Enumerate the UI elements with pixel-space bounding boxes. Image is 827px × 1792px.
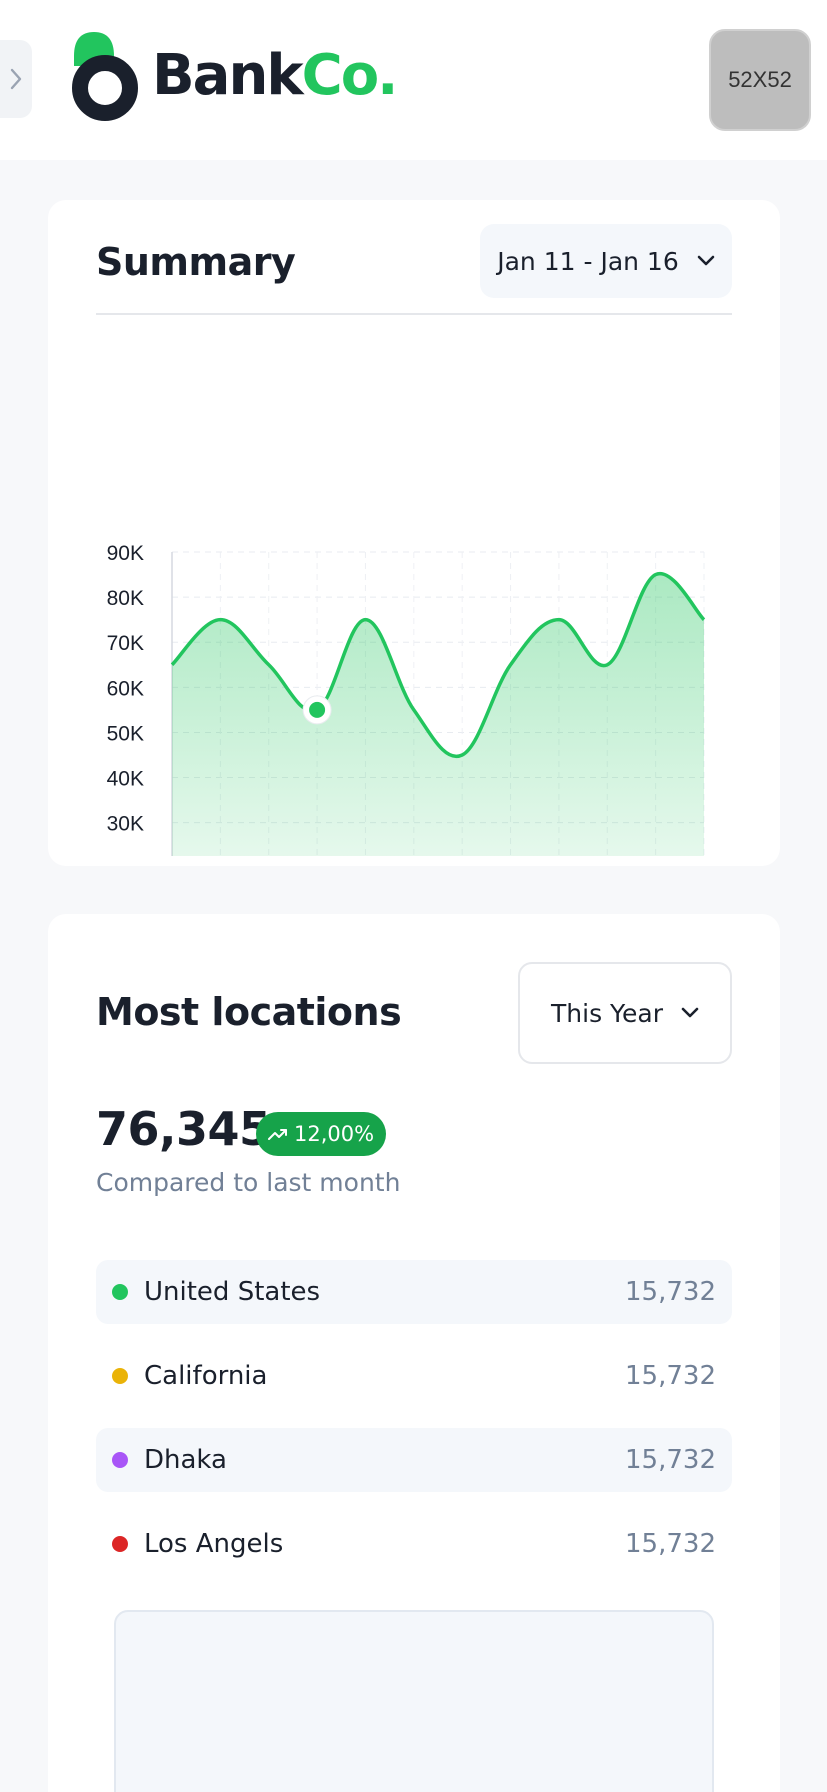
total-visits-value: 76,345 [96,1102,271,1156]
logo-text-bank: Bank [152,43,304,108]
period-dropdown[interactable]: This Year [518,962,732,1064]
list-item[interactable]: Los Angels 15,732 [96,1512,732,1576]
location-color-dot [112,1284,128,1300]
location-name: Los Angels [144,1529,284,1559]
bankco-logo[interactable]: BankCo. [72,30,398,122]
summary-title: Summary [96,240,296,284]
trend-up-icon [268,1129,287,1140]
list-item[interactable]: California 15,732 [96,1344,732,1408]
avatar[interactable]: 52X52 [709,29,811,131]
summary-card: Summary Jan 11 - Jan 16 0K10K20K30K40K50… [48,200,780,1021]
logo-text: BankCo. [152,48,398,104]
location-color-dot [112,1536,128,1552]
data-point [309,701,326,718]
location-name: United States [144,1277,321,1307]
y-tick-label: 50K [107,722,144,745]
location-value: 15,732 [625,1529,716,1559]
page: BankCo. 52X52 Summary Jan 11 - Jan 16 0K… [0,0,827,1792]
logo-text-co: Co. [301,43,399,108]
summary-chart: 0K10K20K30K40K50K60K70K80K90KJanFebMarAp… [107,542,714,1021]
summary-divider [96,313,732,315]
chevron-down-icon [681,1007,699,1018]
location-value: 15,732 [625,1445,716,1475]
y-tick-label: 60K [107,677,144,700]
y-tick-label: 40K [107,768,144,791]
y-tick-label: 90K [107,542,144,565]
locations-list: United States 15,732 California 15,732 D… [96,1260,732,1596]
list-item[interactable]: United States 15,732 [96,1260,732,1324]
logo-mark-icon [72,32,138,121]
sidebar-toggle-button[interactable] [0,40,32,118]
location-value: 15,732 [625,1277,716,1307]
most-locations-title: Most locations [96,990,402,1034]
summary-chart-container: 0K10K20K30K40K50K60K70K80K90KJanFebMarAp… [48,316,780,1021]
location-value: 15,732 [625,1361,716,1391]
growth-value: 12,00% [294,1122,375,1146]
y-tick-label: 70K [107,632,144,655]
chevron-down-icon [697,255,715,266]
locations-map-placeholder [114,1610,714,1792]
location-name: Dhaka [144,1445,227,1475]
period-label: This Year [551,998,663,1028]
location-name: California [144,1361,268,1391]
date-range-label: Jan 11 - Jan 16 [497,246,679,276]
location-color-dot [112,1452,128,1468]
list-item[interactable]: Dhaka 15,732 [96,1428,732,1492]
y-tick-label: 80K [107,587,144,610]
location-color-dot [112,1368,128,1384]
series-area [172,573,704,958]
top-bar: BankCo. 52X52 [0,0,827,160]
chevron-right-icon [10,68,22,90]
growth-badge: 12,00% [256,1112,387,1156]
y-tick-label: 30K [107,813,144,836]
compare-text: Compared to last month [96,1168,401,1197]
date-range-dropdown[interactable]: Jan 11 - Jan 16 [480,224,732,298]
most-locations-card: Most locations This Year 76,345 12,00% C… [48,914,780,1792]
